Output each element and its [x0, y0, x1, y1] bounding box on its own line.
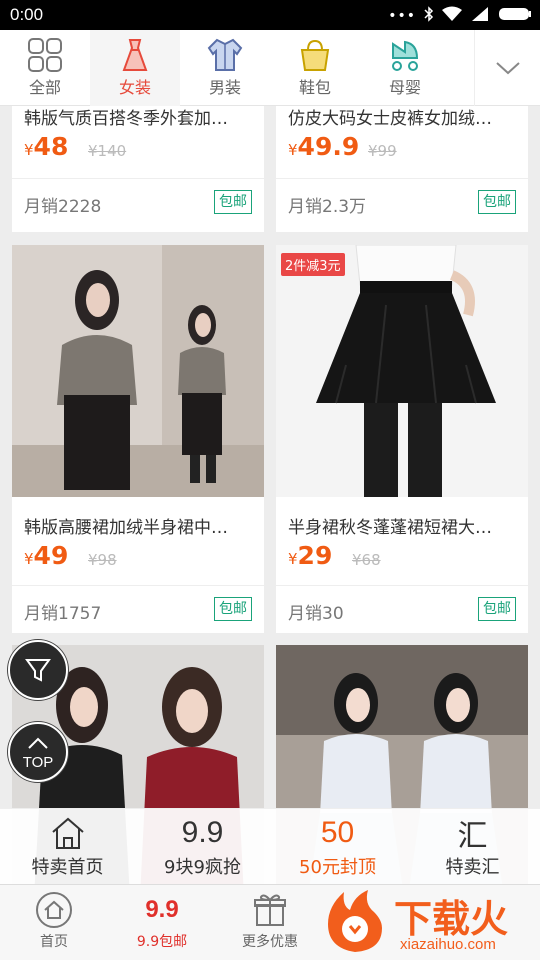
shirt-icon — [207, 38, 243, 71]
back-to-top-label: TOP — [22, 754, 54, 771]
sale-nav-50-cap[interactable]: 50 50元封顶 — [270, 809, 405, 884]
sale-nav-label: 特卖首页 — [31, 857, 104, 878]
filter-icon — [25, 659, 51, 682]
nine-nine-icon: 9.9 — [145, 896, 179, 923]
signal-icon — [470, 6, 490, 26]
bottom-tab-label: 更多优惠 — [242, 934, 298, 950]
monthly-sales: 月销2.3万 — [288, 197, 367, 217]
product-card[interactable]: 韩版气质百搭冬季外套加… ¥48 ¥140 月销2228 包邮 — [12, 106, 264, 232]
grid-icon — [28, 38, 62, 72]
monthly-sales: 月销2228 — [24, 197, 102, 217]
product-card[interactable]: 仿皮大码女士皮裤女加绒… ¥49.9 ¥99 月销2.3万 包邮 — [276, 106, 528, 232]
sale-nav-home[interactable]: 特卖首页 — [0, 809, 135, 884]
back-to-top-button[interactable]: TOP — [8, 722, 68, 782]
collection-icon: 汇 — [457, 819, 488, 854]
product-price: ¥49.9 — [288, 132, 359, 161]
original-price: ¥99 — [368, 142, 397, 160]
divider — [276, 178, 528, 179]
fifty-icon: 50 — [320, 816, 355, 849]
currency-symbol: ¥ — [24, 550, 34, 568]
free-shipping-badge: 包邮 — [214, 190, 252, 214]
original-price: ¥98 — [88, 551, 117, 569]
status-bar: 0:00 ••• — [0, 0, 540, 30]
filter-button[interactable] — [8, 640, 68, 700]
category-tabs: 全部 女装 男装 鞋包 母婴 — [0, 30, 540, 106]
sale-nav-collection[interactable]: 汇 特卖汇 — [405, 809, 540, 884]
status-time: 0:00 — [10, 5, 44, 24]
price-value: 48 — [33, 132, 69, 161]
bottom-tab-label: 9.9包邮 — [136, 934, 188, 950]
more-dots-icon: ••• — [388, 8, 416, 24]
category-tab-label: 母婴 — [388, 78, 421, 97]
divider — [12, 178, 264, 179]
gift-icon — [254, 894, 286, 926]
product-title: 半身裙秋冬蓬蓬裙短裙大… — [288, 518, 492, 538]
status-icons: ••• — [388, 6, 532, 26]
product-price: ¥29 — [288, 541, 332, 570]
price-value: 49 — [33, 541, 69, 570]
free-shipping-badge: 包邮 — [478, 597, 516, 621]
free-shipping-badge: 包邮 — [214, 597, 252, 621]
product-feed[interactable]: 韩版气质百搭冬季外套加… ¥48 ¥140 月销2228 包邮 仿皮大码女士皮裤… — [0, 106, 540, 884]
currency-symbol: ¥ — [24, 141, 34, 159]
currency-symbol: ¥ — [288, 141, 298, 159]
currency-symbol: ¥ — [288, 550, 298, 568]
bluetooth-icon — [424, 6, 434, 26]
bottom-tab-more-deals[interactable]: 更多优惠 — [216, 885, 324, 960]
category-tab-label: 女装 — [118, 78, 151, 97]
product-price: ¥48 — [24, 132, 68, 161]
sale-nav-9-9[interactable]: 9.9 9块9疯抢 — [135, 809, 270, 884]
home-circle-icon — [36, 892, 72, 928]
watermark-url: xiazaihuo.com — [400, 936, 496, 953]
chevron-up-icon — [28, 737, 48, 749]
price-value: 49.9 — [297, 132, 360, 161]
nine-nine-icon: 9.9 — [181, 816, 224, 849]
product-image — [12, 245, 264, 497]
product-title: 韩版高腰裙加绒半身裙中… — [24, 518, 228, 538]
category-tab-all[interactable]: 全部 — [0, 30, 90, 106]
bag-icon — [300, 39, 330, 71]
category-tab-shoes-bags[interactable]: 鞋包 — [270, 30, 360, 106]
flame-logo-icon — [328, 890, 382, 952]
divider — [276, 585, 528, 586]
dress-icon — [122, 39, 148, 71]
product-title: 仿皮大码女士皮裤女加绒… — [288, 109, 492, 129]
expand-categories-button[interactable] — [474, 30, 540, 106]
watermark-brand: 下载火 — [394, 897, 509, 941]
product-title: 韩版气质百搭冬季外套加… — [24, 109, 228, 129]
sale-nav-label: 50元封顶 — [299, 857, 376, 878]
battery-icon — [498, 6, 532, 26]
product-card[interactable]: 2件减3元 半身裙秋冬蓬蓬裙短裙大… ¥29 ¥68 月销30 包邮 — [276, 245, 528, 633]
sale-nav-label: 特卖汇 — [445, 857, 500, 878]
product-card[interactable]: 韩版高腰裙加绒半身裙中… ¥49 ¥98 月销1757 包邮 — [12, 245, 264, 633]
category-tab-label: 全部 — [28, 78, 61, 97]
chevron-down-icon — [495, 62, 520, 75]
monthly-sales: 月销1757 — [24, 604, 102, 624]
stroller-icon — [392, 40, 419, 71]
divider — [12, 585, 264, 586]
wifi-icon — [442, 6, 462, 26]
monthly-sales: 月销30 — [288, 604, 344, 624]
bottom-tab-label: 首页 — [40, 934, 68, 950]
original-price: ¥140 — [88, 142, 127, 160]
category-tab-women[interactable]: 女装 — [90, 30, 180, 106]
sale-nav-label: 9块9疯抢 — [164, 857, 241, 878]
bottom-tab-home[interactable]: 首页 — [0, 885, 108, 960]
sale-nav: 特卖首页 9.9 9块9疯抢 50 50元封顶 汇 特卖汇 — [0, 808, 540, 884]
product-price: ¥49 — [24, 541, 68, 570]
free-shipping-badge: 包邮 — [478, 190, 516, 214]
price-value: 29 — [297, 541, 333, 570]
promo-badge: 2件减3元 — [281, 253, 345, 276]
original-price: ¥68 — [352, 551, 381, 569]
category-tab-men[interactable]: 男装 — [180, 30, 270, 106]
home-icon — [51, 817, 84, 849]
category-tab-mother-baby[interactable]: 母婴 — [360, 30, 450, 106]
category-tab-label: 鞋包 — [298, 78, 331, 97]
product-image: 2件减3元 — [276, 245, 528, 497]
bottom-tab-9-9-free-shipping[interactable]: 9.9 9.9包邮 — [108, 885, 216, 960]
category-tab-label: 男装 — [208, 78, 241, 97]
watermark-logo: 下载火 xiazaihuo.com — [318, 884, 540, 960]
